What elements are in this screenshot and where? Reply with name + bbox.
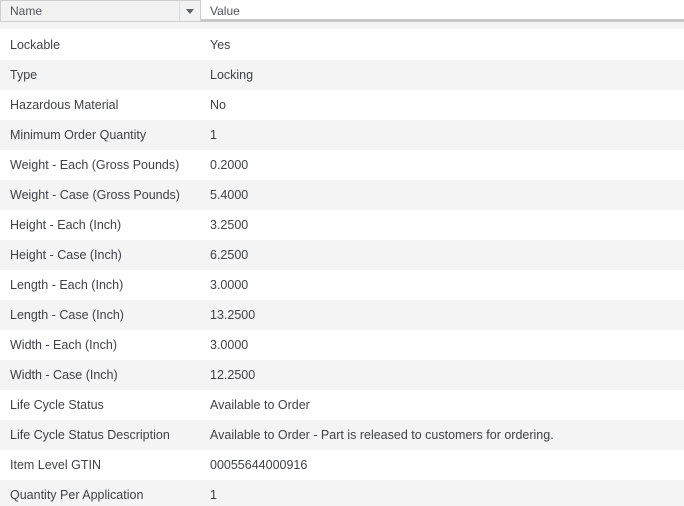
property-value-cell: 0.2000 [210,158,249,172]
property-name-cell: Height - Case (Inch) [10,248,122,262]
property-value-cell: 1 [210,488,217,502]
property-value-cell: 5.4000 [210,188,249,202]
property-name-cell: Width - Case (Inch) [10,368,118,382]
table-row[interactable]: Height - Case (Inch) 6.2500 [0,240,684,270]
property-name-cell: Height - Each (Inch) [10,218,122,232]
table-row[interactable]: Type Locking [0,60,684,90]
partial-row[interactable] [0,22,684,30]
property-value-cell: Available to Order [210,398,310,412]
table-row[interactable]: Quantity Per Application 1 [0,480,684,506]
name-column-header-label: Name [10,4,43,18]
table-row[interactable]: Length - Case (Inch) 13.2500 [0,300,684,330]
property-value-cell: 1 [210,128,217,142]
property-value-cell: Yes [210,38,231,52]
table-row[interactable]: Weight - Each (Gross Pounds) 0.2000 [0,150,684,180]
property-name-cell: Life Cycle Status Description [10,428,170,442]
table-row[interactable]: Width - Each (Inch) 3.0000 [0,330,684,360]
name-header-dropdown-button[interactable] [179,1,200,21]
property-name-cell: Length - Each (Inch) [10,278,124,292]
property-value-cell: 12.2500 [210,368,256,382]
table-row[interactable]: Life Cycle Status Description Available … [0,420,684,450]
table-row[interactable]: Width - Case (Inch) 12.2500 [0,360,684,390]
table-row[interactable]: Life Cycle Status Available to Order [0,390,684,420]
table-row[interactable]: Length - Each (Inch) 3.0000 [0,270,684,300]
property-name-cell: Lockable [10,38,61,52]
property-value-cell: 3.0000 [210,278,249,292]
property-name-cell: Width - Each (Inch) [10,338,117,352]
property-name-cell: Life Cycle Status [10,398,104,412]
property-name-cell: Weight - Each (Gross Pounds) [10,158,180,172]
property-value-cell: No [210,98,226,112]
property-name-cell: Type [10,68,38,82]
property-name-cell: Item Level GTIN [10,458,101,472]
property-value-cell: 6.2500 [210,248,249,262]
value-column-header[interactable]: Value [201,0,240,22]
property-name-cell: Minimum Order Quantity [10,128,147,142]
table-row[interactable]: Lockable Yes [0,30,684,60]
table-row[interactable]: Hazardous Material No [0,90,684,120]
property-value-cell: Locking [210,68,254,82]
table-row[interactable]: Height - Each (Inch) 3.2500 [0,210,684,240]
rows-container: Lockable Yes Type Locking Hazardous Mate… [0,30,684,506]
property-grid: Name Value Lockable Yes Type Locking Haz… [0,0,684,506]
property-name-cell: Weight - Case (Gross Pounds) [10,188,180,202]
table-row[interactable]: Item Level GTIN 00055644000916 [0,450,684,480]
property-name-cell: Quantity Per Application [10,488,144,502]
property-name-cell: Length - Case (Inch) [10,308,124,322]
property-value-cell: Available to Order - Part is released to… [210,428,554,442]
chevron-down-icon [186,8,194,14]
table-row[interactable]: Minimum Order Quantity 1 [0,120,684,150]
property-value-cell: 3.2500 [210,218,249,232]
property-value-cell: 3.0000 [210,338,249,352]
name-column-header[interactable]: Name [0,0,201,22]
table-row[interactable]: Weight - Case (Gross Pounds) 5.4000 [0,180,684,210]
property-value-cell: 13.2500 [210,308,256,322]
property-name-cell: Hazardous Material [10,98,119,112]
grid-header: Name Value [0,0,684,22]
property-value-cell: 00055644000916 [210,458,308,472]
